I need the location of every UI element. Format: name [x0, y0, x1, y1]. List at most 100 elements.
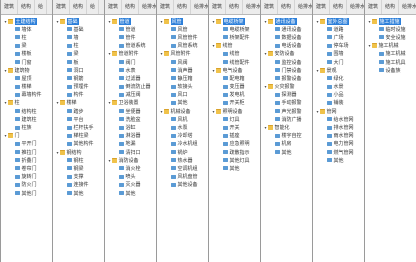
tree-leaf-node[interactable]: 管道	[105, 25, 156, 33]
tree-leaf-node[interactable]: 墙	[53, 33, 104, 41]
tree-leaf-node[interactable]: 施工机具	[365, 58, 416, 66]
tree-leaf-node[interactable]: 风机	[157, 115, 208, 123]
tab-1[interactable]: 建筑	[53, 0, 71, 14]
tree-folder-node[interactable]: ▾ 楼梯	[53, 99, 104, 107]
tree-leaf-node[interactable]: 基础	[53, 25, 104, 33]
tree-leaf-node[interactable]: 梯柱梁	[53, 132, 104, 140]
tree-folder-node[interactable]: ▾ 施工机械	[365, 42, 416, 50]
tree-leaf-node[interactable]: 钢筋	[53, 74, 104, 82]
tree-folder-node[interactable]: ▾ 钢结构	[53, 148, 104, 156]
tree-leaf-node[interactable]: 灭火器	[105, 181, 156, 189]
tree-leaf-node[interactable]: 柱	[1, 33, 52, 41]
tree-folder-node[interactable]: ▾ 照明设备	[209, 107, 260, 115]
tree-leaf-node[interactable]: 监控设备	[261, 58, 312, 66]
tab-2[interactable]: 结构	[278, 0, 296, 14]
tree-leaf-node[interactable]: 道路	[313, 25, 364, 33]
tree-leaf-node[interactable]: 铺装	[313, 99, 364, 107]
tree-leaf-node[interactable]: 变压器	[209, 83, 260, 91]
tree-leaf-node[interactable]: 锅炉	[157, 148, 208, 156]
tree-leaf-node[interactable]: 排水管网	[313, 123, 364, 131]
tab-3[interactable]: 给排水	[243, 0, 260, 14]
tree-leaf-node[interactable]: 柱族	[1, 123, 52, 131]
tab-1[interactable]: 建筑	[365, 0, 383, 14]
tree-leaf-node[interactable]: 消火栓	[105, 164, 156, 172]
tree-folder-node[interactable]: ▾ 机械设备	[157, 107, 208, 115]
tree-folder-node[interactable]: ▾ 柱	[1, 99, 52, 107]
tab-3[interactable]: 给排水	[399, 0, 416, 14]
tree-leaf-node[interactable]: 线管配件	[209, 58, 260, 66]
tree-leaf-node[interactable]: 折叠门	[1, 156, 52, 164]
tree-leaf-node[interactable]: 机房	[261, 140, 312, 148]
tree-leaf-node[interactable]: 构件	[53, 91, 104, 99]
tree-leaf-node[interactable]: 停车场	[313, 42, 364, 50]
tree-folder-node[interactable]: ▾ 卫浴装置	[105, 99, 156, 107]
tree-leaf-node[interactable]: 其他构件	[53, 140, 104, 148]
tree-leaf-node[interactable]: 开关柜	[209, 99, 260, 107]
tree-leaf-node[interactable]: 手动报警	[261, 99, 312, 107]
tree-leaf-node[interactable]: 临时设施	[365, 25, 416, 33]
tree-leaf-node[interactable]: 其他	[261, 148, 312, 156]
tree-leaf-node[interactable]: 清扫口	[105, 148, 156, 156]
tree-leaf-node[interactable]: 过滤器	[105, 74, 156, 82]
tree-leaf-node[interactable]: 冷却塔	[157, 132, 208, 140]
tree-leaf-node[interactable]: 其他	[53, 189, 104, 197]
tab-3[interactable]: 给	[87, 0, 100, 14]
tree-leaf-node[interactable]: 平开门	[1, 140, 52, 148]
tree-leaf-node[interactable]: 坐便器	[105, 107, 156, 115]
tree-leaf-node[interactable]: 踏步	[53, 107, 104, 115]
tab-1[interactable]: 建筑	[105, 0, 123, 14]
tree-folder-node[interactable]: ▾ 安防设备	[261, 50, 312, 58]
tree-leaf-node[interactable]: 电话设备	[261, 42, 312, 50]
tree-leaf-node[interactable]: 门禁设备	[261, 66, 312, 74]
tab-2[interactable]: 结构	[382, 0, 400, 14]
tree-leaf-node[interactable]: 桥架配件	[209, 33, 260, 41]
tab-3[interactable]: 给排水	[139, 0, 156, 14]
tab-3[interactable]: 给排水	[347, 0, 364, 14]
tab-3[interactable]: 给排水	[191, 0, 208, 14]
tree-leaf-node[interactable]: 梁	[1, 42, 52, 50]
tree-leaf-node[interactable]: 电力管网	[313, 140, 364, 148]
tree-folder-node[interactable]: ▾ 土建结构	[1, 17, 52, 25]
tab-2[interactable]: 结构	[330, 0, 348, 14]
tab-2[interactable]: 结构	[226, 0, 244, 14]
tab-1[interactable]: 建筑	[261, 0, 279, 14]
tree-folder-node[interactable]: ▾ 消防设备	[105, 156, 156, 164]
tree-leaf-node[interactable]: 管件	[105, 33, 156, 41]
tree-leaf-node[interactable]: 其他	[209, 164, 260, 172]
tree-leaf-node[interactable]: 风管	[157, 25, 208, 33]
tree-leaf-node[interactable]: 广场	[313, 33, 364, 41]
tree-leaf-node[interactable]: 电缆桥架	[209, 25, 260, 33]
tree-leaf-node[interactable]: 声光报警	[261, 107, 312, 115]
tree-leaf-node[interactable]: 消防广播	[261, 115, 312, 123]
tree-leaf-node[interactable]: 浴缸	[105, 123, 156, 131]
tree-folder-node[interactable]: ▾ 智能化	[261, 123, 312, 131]
tab-2[interactable]: 结构	[174, 0, 192, 14]
tree-leaf-node[interactable]: 旋转门	[1, 173, 52, 181]
tree-leaf-node[interactable]: 洞口	[53, 66, 104, 74]
tree-folder-node[interactable]: ▾ 火灾报警	[261, 83, 312, 91]
tree-folder-node[interactable]: ▾ 管网	[313, 107, 364, 115]
tree-leaf-node[interactable]: 支撑	[53, 173, 104, 181]
tree-leaf-node[interactable]: 施工机械	[365, 50, 416, 58]
tree-leaf-node[interactable]: 栏杆扶手	[53, 123, 104, 131]
tree-leaf-node[interactable]: 数据设备	[261, 33, 312, 41]
tree-leaf-node[interactable]: 开关	[209, 123, 260, 131]
tree-leaf-node[interactable]: 报警设备	[261, 74, 312, 82]
tree-leaf-node[interactable]: 其他	[313, 156, 364, 164]
tree-leaf-node[interactable]: 应急照明	[209, 140, 260, 148]
tree-leaf-node[interactable]: 风阀	[157, 58, 208, 66]
tree-leaf-node[interactable]: 幕墙构件	[1, 91, 52, 99]
tree-leaf-node[interactable]: 消声器	[157, 66, 208, 74]
tree-leaf-node[interactable]: 燃气管网	[313, 148, 364, 156]
tree-folder-node[interactable]: ▾ 室外总图	[313, 17, 364, 25]
tree-folder-node[interactable]: ▾ 电气设备	[209, 66, 260, 74]
tree-leaf-node[interactable]: 钢梁	[53, 164, 104, 172]
tree-leaf-node[interactable]: 空调机组	[157, 164, 208, 172]
tree-leaf-node[interactable]: 插座	[209, 132, 260, 140]
tree-leaf-node[interactable]: 梁	[53, 50, 104, 58]
tree-leaf-node[interactable]: 连接件	[53, 181, 104, 189]
tab-2[interactable]: 结构	[122, 0, 140, 14]
tree-leaf-node[interactable]: 防火门	[1, 181, 52, 189]
tree-leaf-node[interactable]: 平台	[53, 115, 104, 123]
tree-leaf-node[interactable]: 洗脸盆	[105, 115, 156, 123]
